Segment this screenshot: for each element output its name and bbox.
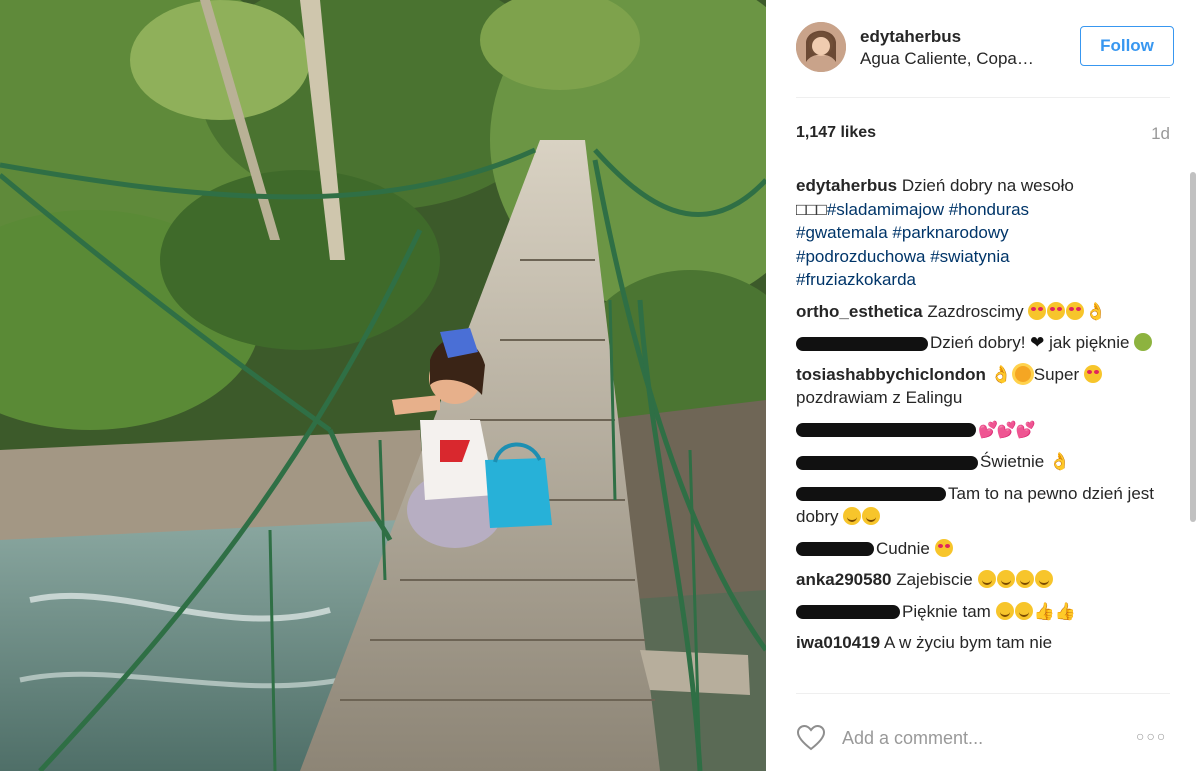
redacted-username [796, 605, 900, 620]
tree-emoji-icon [1134, 333, 1153, 351]
comment-item: Cudnie [796, 537, 1168, 561]
comment-text: Zajebiscie [896, 570, 973, 589]
caption: edytaherbus Dzień dobry na wesoło □□□#sl… [796, 174, 1168, 292]
hashtag-link[interactable]: #gwatemala [796, 223, 888, 242]
hashtag-link[interactable]: #honduras [949, 200, 1029, 219]
heart-outline-icon[interactable] [796, 724, 826, 752]
username[interactable]: edytaherbus [860, 26, 1070, 48]
comments-list: edytaherbus Dzień dobry na wesoło □□□#sl… [796, 174, 1168, 690]
comment-item: 💕💕💕 [796, 418, 1168, 443]
redacted-username [796, 542, 874, 557]
smile-emoji-icon [1015, 570, 1034, 588]
likes-count[interactable]: 1,147 likes [796, 124, 876, 142]
heart-eyes-emoji-icon [934, 538, 953, 557]
comment-item: Tam to na pewno dzień jest dobry [796, 482, 1168, 529]
comments-scrollbar[interactable] [1190, 172, 1196, 522]
follow-button[interactable]: Follow [1080, 26, 1174, 66]
comment-item: Świetnie 👌 [796, 450, 1168, 474]
comment-text: Świetnie [980, 452, 1045, 471]
ok-hand-emoji-icon: 👌 [1049, 452, 1071, 471]
hashtag-link[interactable]: #sladamimajow [827, 200, 944, 219]
post-panel: edytaherbus Agua Caliente, Copa… Follow … [766, 0, 1198, 771]
comment-item: ortho_esthetica Zazdroscimy 👌 [796, 300, 1168, 324]
comment-text: Cudnie [876, 538, 930, 558]
heart-eyes-emoji-icon [1047, 301, 1066, 320]
comment-text: Zazdroscimy [927, 301, 1024, 321]
hashtag-link[interactable]: #podrozduchowa [796, 247, 925, 266]
comment-text: pozdrawiam z Ealingu [796, 388, 963, 407]
sparkling-hearts-emoji-icon: 💕💕💕 [978, 421, 1036, 439]
smile-emoji-icon [996, 570, 1015, 588]
comment-input[interactable] [842, 724, 1112, 752]
comment-text: Dzień dobry na wesoło [901, 176, 1074, 195]
post-header: edytaherbus Agua Caliente, Copa… Follow [796, 22, 1174, 74]
divider [796, 97, 1170, 98]
user-block: edytaherbus Agua Caliente, Copa… [860, 26, 1070, 70]
ok-hand-emoji-icon: 👌 [990, 364, 1012, 384]
smile-emoji-icon [1014, 601, 1033, 620]
smile-emoji-icon [862, 507, 881, 525]
post-time[interactable]: 1d [1151, 124, 1170, 144]
sun-emoji-icon [1014, 365, 1031, 382]
hashtag-link[interactable]: #swiatynia [930, 247, 1009, 266]
comment-item: Dzień dobry! ❤ jak pięknie [796, 331, 1168, 355]
redacted-username [796, 487, 946, 502]
post-photo [0, 0, 766, 771]
comment-text: jak pięknie [1044, 333, 1130, 352]
smile-emoji-icon [977, 570, 996, 588]
smile-emoji-icon [1034, 570, 1053, 588]
location-link[interactable]: Agua Caliente, Copa… [860, 48, 1070, 70]
comment-username[interactable]: iwa010419 [796, 633, 880, 652]
heart-emoji-icon: ❤ [1030, 333, 1045, 352]
comment-item: anka290580 Zajebiscie [796, 568, 1168, 592]
redacted-username [796, 336, 928, 351]
more-options-icon[interactable]: ○○○ [1136, 728, 1170, 744]
smile-emoji-icon [995, 601, 1014, 620]
heart-eyes-emoji-icon [1083, 364, 1102, 383]
comment-username[interactable]: ortho_esthetica [796, 302, 923, 321]
comment-username[interactable]: edytaherbus [796, 176, 897, 195]
heart-eyes-emoji-icon [1066, 301, 1085, 320]
comment-glyphs: □□□ [796, 199, 827, 219]
comment-item: iwa010419 A w życiu bym tam nie [796, 631, 1168, 655]
comment-item: Pięknie tam 👍👍 [796, 600, 1168, 624]
comment-text: Pięknie tam [902, 601, 991, 621]
smile-emoji-icon [843, 507, 862, 525]
comment-bar: ○○○ [796, 720, 1170, 756]
heart-eyes-emoji-icon [1028, 301, 1047, 320]
comment-item: tosiashabbychiclondon 👌 Super pozdrawiam … [796, 363, 1168, 410]
comment-username[interactable]: tosiashabbychiclondon [796, 365, 986, 384]
thumbs-up-emoji-icon: 👍👍 [1033, 601, 1076, 621]
hashtag-link[interactable]: #parknarodowy [892, 223, 1008, 242]
comment-text: Dzień dobry! [930, 333, 1031, 352]
comment-username[interactable]: anka290580 [796, 570, 891, 589]
comment-text: A w życiu bym tam nie [883, 633, 1053, 652]
comment-text: Super [1033, 364, 1080, 384]
ok-hand-emoji-icon: 👌 [1085, 301, 1107, 321]
divider [796, 693, 1170, 694]
avatar[interactable] [796, 22, 846, 72]
hashtag-link[interactable]: #fruziazkokarda [796, 270, 916, 289]
redacted-username [796, 455, 978, 470]
redacted-username [796, 423, 976, 438]
